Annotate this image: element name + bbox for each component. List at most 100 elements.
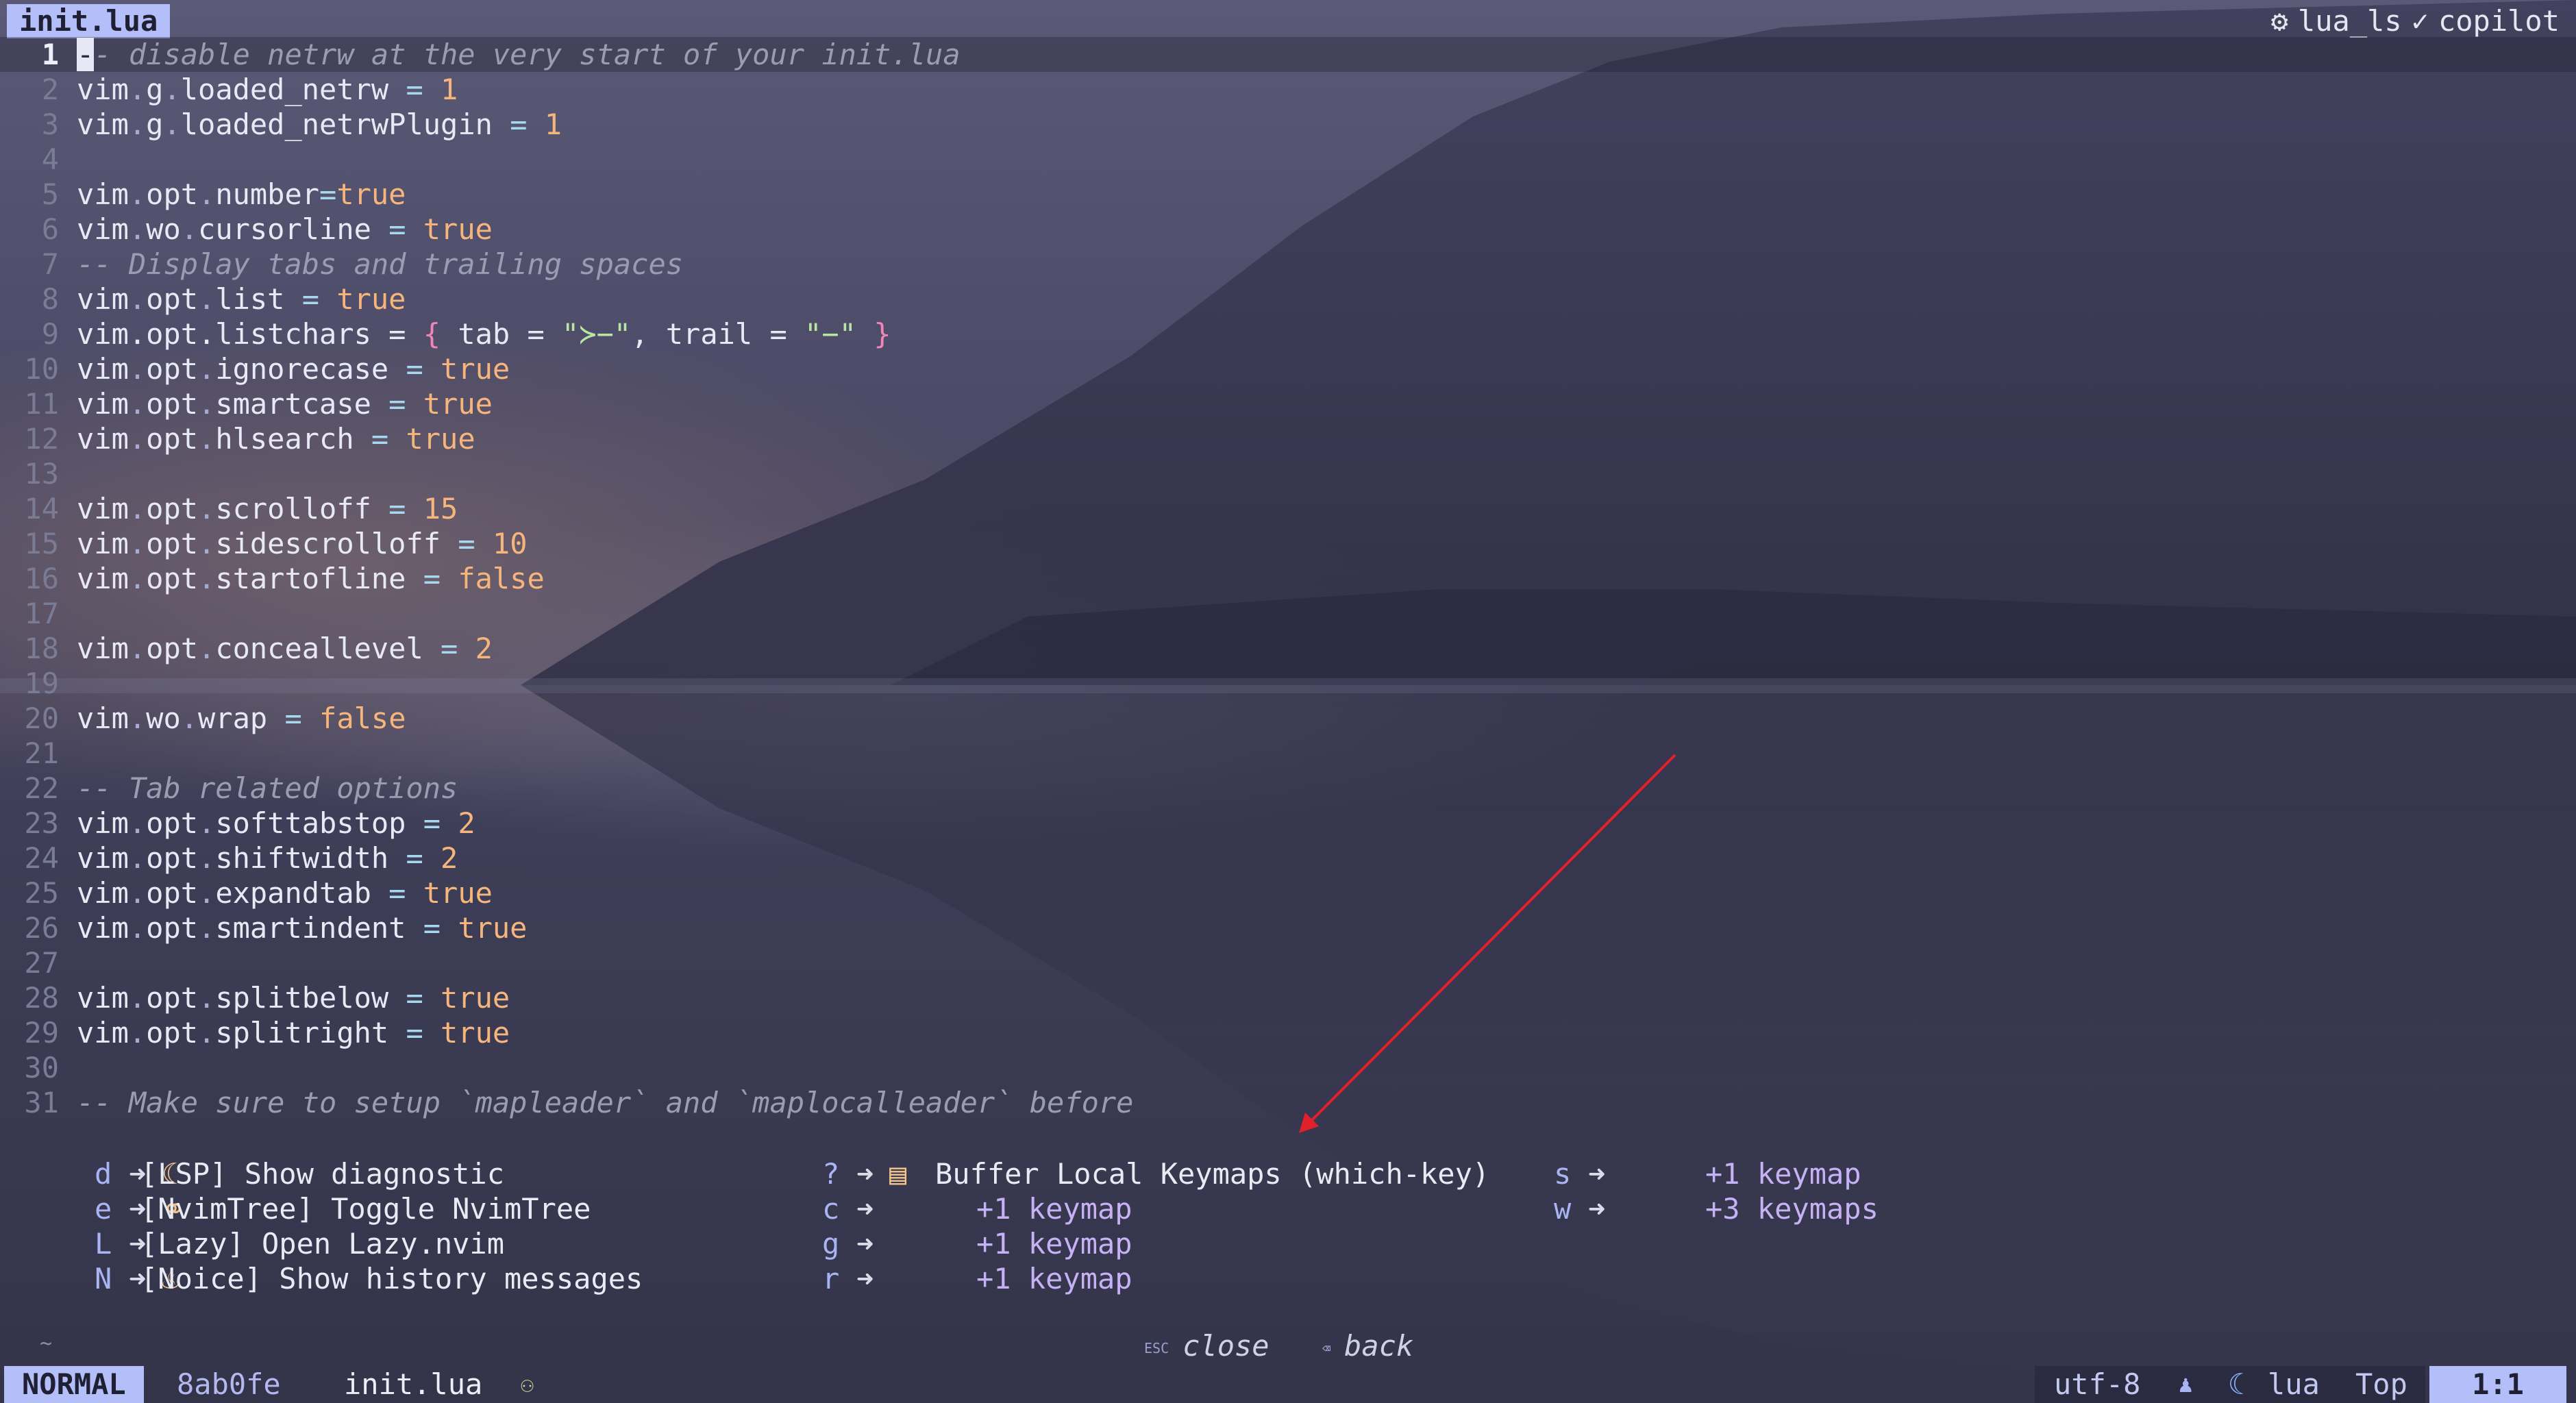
line-code: vim.opt.splitbelow = true (77, 981, 510, 1015)
line-code: vim.opt.startofline = false (77, 562, 545, 595)
line-number: 28 (24, 981, 59, 1015)
line-code: vim.opt.smartcase = true (77, 387, 493, 421)
line-code: vim.opt.conceallevel = 2 (77, 632, 493, 665)
keymap-description: [LSP] Show diagnostic (140, 1157, 505, 1191)
which-key-key[interactable]: L (95, 1226, 112, 1261)
copilot-status: copilot (2438, 4, 2560, 38)
keymap-icon (1621, 1191, 1638, 1226)
line-number: 24 (24, 841, 59, 875)
file-info-segment: utf-8 ♟ ☾ lua Top (2035, 1366, 2425, 1403)
lsp-status: ⚙ lua_ls ✓ copilot (2262, 4, 2560, 38)
line-number: 17 (24, 597, 59, 630)
line-code: vim.opt.list = true (77, 282, 406, 316)
back-label: back (1344, 1329, 1414, 1363)
line-code: vim.opt.hlsearch = true (77, 422, 475, 456)
keymap-description: +1 keymap (976, 1192, 1132, 1226)
line-number: 15 (24, 527, 59, 560)
line-number: 1 (41, 38, 59, 71)
line-number: 19 (24, 667, 59, 700)
which-key-key[interactable]: d (95, 1156, 112, 1191)
filetype: lua (2268, 1367, 2320, 1401)
line-number: 30 (24, 1051, 59, 1084)
line-code: vim.g.loaded_netrwPlugin = 1 (77, 108, 562, 141)
keymap-description: +1 keymap (1705, 1157, 1861, 1191)
arrow-icon: ➜ (1588, 1157, 1606, 1191)
line-code: vim.opt.sidescrolloff = 10 (77, 527, 528, 560)
filetype-icon: ☾ (2228, 1367, 2246, 1401)
line-number: 14 (24, 492, 59, 525)
scroll-position: Top (2355, 1367, 2407, 1401)
line-number: 10 (24, 352, 59, 386)
line-number: 27 (24, 946, 59, 980)
line-number: 26 (24, 911, 59, 945)
backspace-key-icon: ⌫ (1322, 1339, 1331, 1356)
line-number: 4 (41, 142, 59, 176)
keymap-icon (889, 1261, 906, 1296)
line-number: 5 (41, 177, 59, 211)
line-number: 16 (24, 562, 59, 595)
keymap-icon (889, 1191, 906, 1226)
which-key-key[interactable]: e (95, 1191, 112, 1226)
line-number: 2 (41, 73, 59, 106)
which-key-back-hint[interactable]: ⌫ back (1322, 1328, 1413, 1365)
keymap-icon (1621, 1156, 1638, 1191)
line-number: 9 (41, 317, 59, 351)
text-cursor: - (77, 38, 95, 71)
arrow-icon: ➜ (1588, 1192, 1606, 1226)
git-branch: 8ab0fe (164, 1366, 281, 1403)
line-code: vim.g.loaded_netrw = 1 (77, 73, 458, 106)
line-number: 8 (41, 282, 59, 316)
line-code: vim.opt.ignorecase = true (77, 352, 510, 386)
keymap-icon (889, 1226, 906, 1261)
line-number: 3 (41, 108, 59, 141)
arrow-icon: ➜ (856, 1157, 874, 1191)
line-number: 13 (24, 457, 59, 491)
line-number: 11 (24, 387, 59, 421)
esc-key-icon: ESC (1144, 1339, 1169, 1356)
which-key-key[interactable]: w (1554, 1191, 1571, 1226)
command-line[interactable]: ~ (40, 1332, 52, 1356)
which-key-key[interactable]: g (822, 1226, 839, 1261)
keymap-description: +1 keymap (976, 1227, 1132, 1261)
cursor-position: 1:1 (2429, 1366, 2566, 1403)
line-number: 6 (41, 212, 59, 246)
file-status-icon: ⚇ (521, 1371, 534, 1398)
line-code: vim.opt.number=true (77, 177, 406, 211)
which-key-key[interactable]: s (1554, 1156, 1571, 1191)
tab-init-lua[interactable]: init.lua (7, 4, 171, 38)
which-key-key[interactable]: ? (822, 1156, 839, 1191)
arrow-icon: ➜ (856, 1192, 874, 1226)
line-code: vim.opt.splitright = true (77, 1016, 510, 1050)
line-code: vim.opt.expandtab = true (77, 876, 493, 910)
line-code: -- disable netrw at the very start of yo… (77, 37, 961, 72)
which-key-key[interactable]: N (95, 1261, 112, 1296)
line-number: 20 (24, 702, 59, 735)
which-key-key[interactable]: r (822, 1261, 839, 1296)
line-number: 25 (24, 876, 59, 910)
tabline: init.lua ⚙ lua_ls ✓ copilot (0, 0, 2576, 38)
line-number: 12 (24, 422, 59, 456)
which-key-key[interactable]: c (822, 1191, 839, 1226)
line-code: vim.opt.scrolloff = 15 (77, 492, 458, 525)
encoding: utf-8 (2054, 1367, 2141, 1401)
line-code: vim.opt.shiftwidth = 2 (77, 841, 458, 875)
line-number: 7 (41, 247, 59, 281)
keymap-icon: ▤ (889, 1157, 907, 1191)
line-code: vim.opt.smartindent = true (77, 911, 528, 945)
lsp-name: lua_ls (2297, 4, 2402, 38)
keymap-description: Buffer Local Keymaps (which-key) (935, 1157, 1490, 1191)
os-icon: ♟ (2179, 1371, 2193, 1398)
mode-indicator: NORMAL (4, 1366, 144, 1403)
arrow-icon: ➜ (856, 1262, 874, 1295)
line-code: -- Display tabs and trailing spaces (77, 247, 684, 281)
line-number: 22 (24, 771, 59, 805)
line-number: 23 (24, 806, 59, 840)
keymap-description: +3 keymaps (1705, 1192, 1879, 1226)
which-key-close-hint[interactable]: ESC close (1144, 1328, 1270, 1365)
line-number: 21 (24, 736, 59, 770)
gear-icon: ⚙ (2270, 4, 2288, 38)
keymap-description: [NvimTree] Toggle NvimTree (140, 1192, 591, 1226)
line-code: -- Make sure to setup `mapleader` and `m… (77, 1086, 1134, 1119)
line-number: 31 (24, 1086, 59, 1119)
check-icon: ✓ (2411, 4, 2429, 38)
